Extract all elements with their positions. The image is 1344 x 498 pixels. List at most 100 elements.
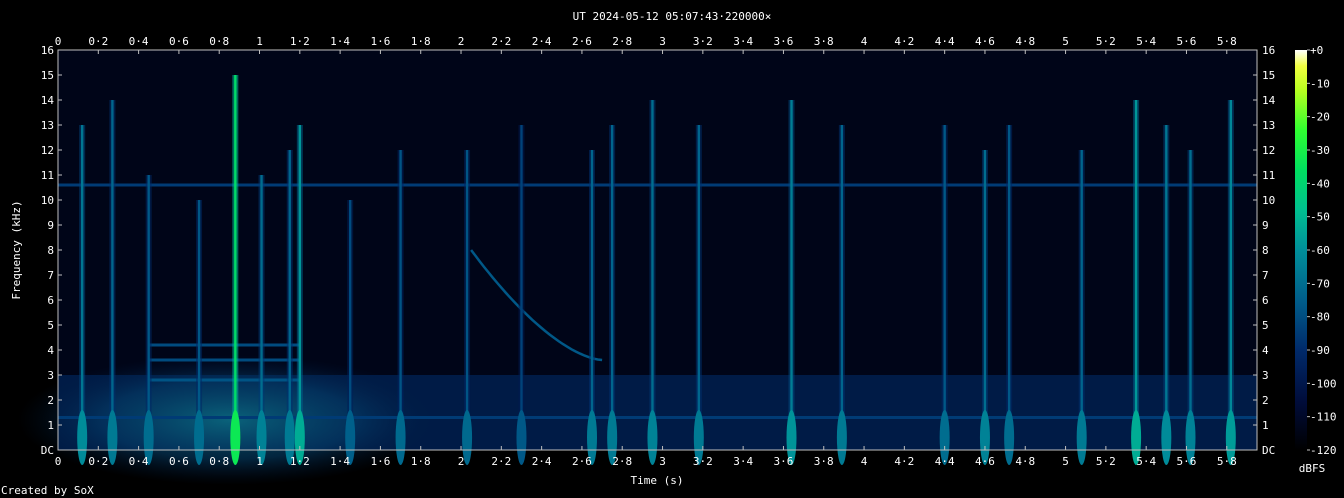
bottom-tick-label: 5·2 <box>1096 455 1116 468</box>
event-base <box>1161 410 1172 465</box>
event-line <box>260 175 263 450</box>
top-tick-label: 3·6 <box>774 35 794 48</box>
event-line <box>790 100 793 450</box>
bottom-tick-label: 5·8 <box>1217 455 1237 468</box>
top-tick-label: 2·6 <box>572 35 592 48</box>
top-tick-label: 0·6 <box>169 35 189 48</box>
right-tick-label: DC <box>1262 444 1275 457</box>
event-base <box>836 410 847 465</box>
colorbar-tick-label: -40 <box>1310 177 1330 190</box>
event-line <box>1080 150 1083 450</box>
bottom-tick-label: 4·8 <box>1015 455 1035 468</box>
right-tick-label: 9 <box>1262 219 1269 232</box>
bottom-tick-label: 0·6 <box>169 455 189 468</box>
bottom-tick-label: 4·2 <box>894 455 914 468</box>
right-tick-label: 3 <box>1262 369 1269 382</box>
bottom-tick-label: 2·2 <box>491 455 511 468</box>
tone-band <box>148 358 300 362</box>
right-tick-label: 16 <box>1262 44 1275 57</box>
colorbar-tick-label: -60 <box>1310 244 1330 257</box>
right-tick-label: 5 <box>1262 319 1269 332</box>
right-tick-label: 2 <box>1262 394 1269 407</box>
bottom-tick-label: 1 <box>256 455 263 468</box>
bottom-tick-label: 2 <box>458 455 465 468</box>
right-tick-label: 4 <box>1262 344 1269 357</box>
top-tick-label: 3 <box>659 35 666 48</box>
colorbar-tick-label: -110 <box>1310 411 1337 424</box>
event-base <box>230 410 241 465</box>
left-tick-label: 9 <box>47 219 54 232</box>
left-tick-label: 6 <box>47 294 54 307</box>
chart-title: UT 2024-05-12 05:07:43·220000× <box>573 10 772 23</box>
top-tick-label: 4·2 <box>894 35 914 48</box>
left-tick-label: 10 <box>41 194 54 207</box>
bottom-tick-label: 2·6 <box>572 455 592 468</box>
colorbar-tick-label: -10 <box>1310 77 1330 90</box>
colorbar-tick-label: -70 <box>1310 277 1330 290</box>
left-tick-label: 16 <box>41 44 54 57</box>
right-tick-label: 11 <box>1262 169 1275 182</box>
event-line <box>520 125 523 450</box>
event-base <box>77 410 88 465</box>
plot-area <box>17 50 1257 485</box>
top-tick-label: 3·2 <box>693 35 713 48</box>
event-base <box>516 410 527 465</box>
tone-band <box>148 378 300 382</box>
bottom-tick-label: 2·4 <box>532 455 552 468</box>
colorbar-tick-label: -80 <box>1310 311 1330 324</box>
top-tick-label: 1 <box>256 35 263 48</box>
event-line <box>288 150 291 450</box>
top-tick-label: 0·8 <box>209 35 229 48</box>
event-line <box>840 125 844 450</box>
top-tick-label: 1·8 <box>411 35 431 48</box>
event-line <box>1165 125 1168 450</box>
top-tick-label: 1·2 <box>290 35 310 48</box>
event-base <box>194 410 205 465</box>
bottom-tick-label: 1·4 <box>330 455 350 468</box>
colorbar-label: dBFS <box>1299 462 1326 475</box>
bottom-tick-label: 3·6 <box>774 455 794 468</box>
right-tick-label: 8 <box>1262 244 1269 257</box>
left-tick-label: 14 <box>41 94 55 107</box>
event-line <box>697 125 701 450</box>
colorbar-tick-label: -30 <box>1310 144 1330 157</box>
bottom-tick-label: 4·4 <box>935 455 955 468</box>
top-tick-label: 4·6 <box>975 35 995 48</box>
event-line <box>610 125 614 450</box>
left-tick-label: 15 <box>41 69 54 82</box>
event-base <box>647 410 658 465</box>
left-tick-label: 3 <box>47 369 54 382</box>
left-tick-label: 2 <box>47 394 54 407</box>
top-tick-label: 0·2 <box>88 35 108 48</box>
right-tick-label: 15 <box>1262 69 1275 82</box>
colorbar-tick-label: -50 <box>1310 211 1330 224</box>
event-line <box>80 125 84 450</box>
right-tick-label: 13 <box>1262 119 1275 132</box>
event-line <box>1007 125 1011 450</box>
x-axis-label: Time (s) <box>631 474 684 487</box>
bottom-tick-label: 3·2 <box>693 455 713 468</box>
event-line <box>465 150 469 450</box>
bottom-tick-label: 4·6 <box>975 455 995 468</box>
top-tick-label: 4 <box>861 35 868 48</box>
top-tick-label: 2·8 <box>612 35 632 48</box>
event-line <box>943 125 946 450</box>
top-tick-label: 1·6 <box>370 35 390 48</box>
credit-text: Created by SoX <box>1 484 94 497</box>
top-tick-label: 3·4 <box>733 35 753 48</box>
bottom-tick-label: 5·4 <box>1136 455 1156 468</box>
top-tick-label: 3·8 <box>814 35 834 48</box>
colorbar-tick-label: -100 <box>1310 377 1337 390</box>
right-tick-label: 7 <box>1262 269 1269 282</box>
event-line <box>234 75 237 450</box>
event-line <box>399 150 402 450</box>
bottom-tick-label: 0 <box>55 455 62 468</box>
event-base <box>107 410 118 465</box>
bottom-tick-label: 1·6 <box>370 455 390 468</box>
top-tick-label: 5·6 <box>1177 35 1197 48</box>
top-tick-label: 5·2 <box>1096 35 1116 48</box>
event-line <box>298 125 302 450</box>
top-tick-label: 2·4 <box>532 35 552 48</box>
left-tick-label: 11 <box>41 169 54 182</box>
left-tick-label: 7 <box>47 269 54 282</box>
